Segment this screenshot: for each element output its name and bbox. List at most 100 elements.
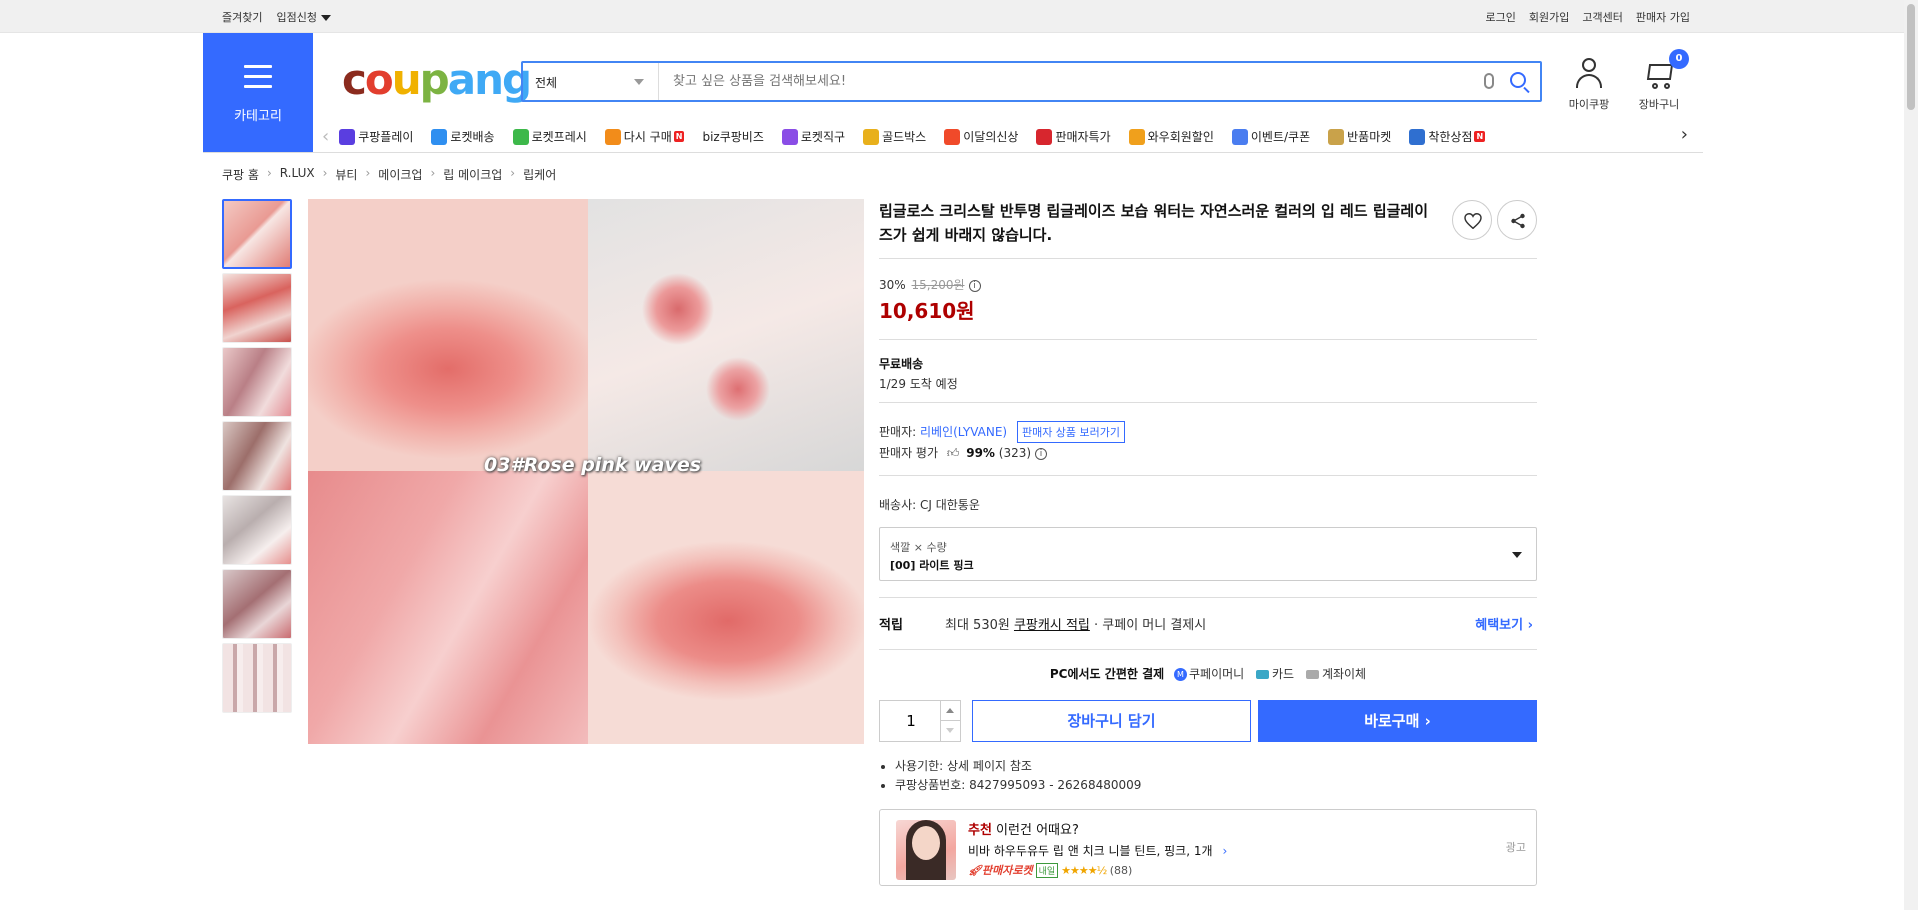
- option-select[interactable]: 색깔 × 수량 [00] 라이트 핑크: [879, 527, 1537, 581]
- thumbnail-4[interactable]: [222, 421, 292, 491]
- category-icon: [512, 128, 529, 145]
- favorites-link[interactable]: 즐겨찾기: [222, 9, 262, 25]
- new-badge: N: [1474, 131, 1486, 142]
- chevron-down-icon: [1512, 552, 1522, 558]
- catnav-item-6[interactable]: 로켓직구: [781, 128, 845, 145]
- catnav-item-8[interactable]: 이달의신상: [944, 128, 1018, 145]
- recommendation-ad[interactable]: 추천 이런건 어때요? 비바 하우두유두 립 앤 치크 니블 틴트, 핑크, 1…: [879, 809, 1537, 886]
- swatch-photo: [588, 199, 864, 471]
- chevron-right-icon: ›: [510, 166, 516, 180]
- divider: [879, 402, 1537, 403]
- product-notes: 사용기한: 상세 페이지 참조 쿠팡상품번호: 8427995093 - 262…: [879, 757, 1141, 795]
- customer-center-link[interactable]: 고객센터: [1582, 9, 1622, 25]
- search-category-select[interactable]: 전체: [523, 63, 659, 100]
- buy-now-button[interactable]: 바로구매 ›: [1258, 700, 1537, 742]
- catnav-item-11[interactable]: 이벤트/쿠폰: [1231, 128, 1310, 145]
- share-button[interactable]: [1497, 200, 1537, 240]
- category-icon: [781, 128, 798, 145]
- signup-link[interactable]: 회원가입: [1529, 9, 1569, 25]
- chevron-right-icon: ›: [430, 166, 436, 180]
- search-icon[interactable]: [1510, 72, 1526, 88]
- quantity-stepper: [879, 700, 961, 742]
- breadcrumb-item[interactable]: 립케어: [523, 166, 556, 183]
- ad-badges: 🚀︎판매자로켓 내일 ★★★★½ (88): [968, 863, 1133, 878]
- category-icon: [1409, 128, 1426, 145]
- quantity-input[interactable]: [880, 701, 942, 741]
- product-title: 립글로스 크리스탈 반투명 립글레이즈 보습 워터는 자연스러운 컬러의 입 레…: [879, 202, 1429, 244]
- catnav-item-10[interactable]: 와우회원할인: [1128, 128, 1214, 145]
- catnav-item-3[interactable]: 로켓프레시: [512, 128, 587, 145]
- rocket-icon: 🚀︎: [968, 864, 982, 877]
- seller-name-link[interactable]: 리베인(LYVANE): [920, 425, 1007, 439]
- breadcrumb-item[interactable]: 립 메이크업: [443, 166, 502, 183]
- category-icon: [1328, 128, 1345, 145]
- page-scrollbar[interactable]: [1904, 0, 1918, 910]
- original-price: 15,200원: [911, 278, 965, 292]
- wishlist-button[interactable]: [1452, 200, 1492, 240]
- nav-divider: [203, 152, 1703, 153]
- search-input[interactable]: [659, 63, 1459, 100]
- breadcrumb-item[interactable]: 쿠팡 홈: [222, 166, 259, 183]
- top-utility-bar: 즐겨찾기 입점신청 로그인 회원가입 고객센터 판매자 가입: [0, 0, 1918, 33]
- catnav-item-5[interactable]: biz쿠팡비즈: [702, 128, 763, 145]
- chevron-right-icon[interactable]: ›: [1681, 124, 1688, 145]
- divider: [879, 475, 1537, 476]
- breadcrumb-item[interactable]: R.LUX: [280, 166, 315, 183]
- catnav-item-13[interactable]: 착한상점 N: [1409, 128, 1486, 145]
- scrollbar-thumb[interactable]: [1907, 4, 1915, 110]
- thumbnail-5[interactable]: [222, 495, 292, 565]
- lips-photo-bottom: [588, 471, 864, 744]
- chevron-down-icon: [320, 15, 331, 21]
- category-icon: [1036, 128, 1053, 145]
- cart-count-badge: 0: [1669, 49, 1689, 69]
- login-link[interactable]: 로그인: [1486, 9, 1516, 25]
- category-nav: ‹ 쿠팡플레이 로켓배송 로켓프레시 다시 구매 N biz쿠팡비즈 로켓직구 골드박스 이달의…: [318, 122, 1698, 151]
- seller-signup-link[interactable]: 판매자 가입: [1636, 9, 1690, 25]
- quantity-decrease-button[interactable]: [940, 721, 960, 741]
- catnav-item-2[interactable]: 로켓배송: [431, 128, 495, 145]
- user-icon: [1574, 58, 1604, 90]
- sale-price: 10,610원: [879, 299, 975, 323]
- benefit-link[interactable]: 혜택보기 ›: [1475, 614, 1533, 633]
- ad-title: 추천 이런건 어때요?: [968, 823, 1079, 838]
- chevron-right-icon: ›: [1222, 844, 1228, 858]
- thumbnail-3[interactable]: [222, 347, 292, 417]
- breadcrumb-item[interactable]: 뷰티: [335, 166, 357, 183]
- ad-label: 광고: [1505, 841, 1526, 854]
- mycoupang-button[interactable]: 마이쿠팡: [1560, 58, 1618, 112]
- thumbnail-6[interactable]: [222, 569, 292, 639]
- category-icon: [863, 128, 880, 145]
- chevron-right-icon: ›: [266, 166, 272, 180]
- coupay-icon: M: [1173, 668, 1187, 681]
- microphone-icon[interactable]: [1484, 73, 1494, 89]
- seller-info: 판매자: 리베인(LYVANE) 판매자 상품 보러가기: [879, 421, 1126, 443]
- info-icon[interactable]: i: [1035, 447, 1048, 460]
- coupang-cash-link[interactable]: 쿠팡캐시 적립: [1014, 618, 1090, 633]
- info-icon[interactable]: i: [968, 279, 981, 292]
- category-icon: [431, 128, 448, 145]
- breadcrumb-item[interactable]: 메이크업: [378, 166, 422, 183]
- ad-product-name[interactable]: 비바 하우두유두 립 앤 치크 니블 틴트, 핑크, 1개 ›: [968, 842, 1227, 859]
- catnav-item-12[interactable]: 반품마켓: [1328, 128, 1391, 145]
- catnav-item-7[interactable]: 골드박스: [863, 128, 926, 145]
- divider: [879, 339, 1537, 340]
- thumbnail-7[interactable]: [222, 643, 292, 713]
- add-to-cart-button[interactable]: 장바구니 담기: [972, 700, 1251, 742]
- thumbnail-1[interactable]: [222, 199, 292, 269]
- thumbnail-2[interactable]: [222, 273, 292, 343]
- list-item: 사용기한: 상세 페이지 참조: [895, 757, 1141, 776]
- quantity-increase-button[interactable]: [940, 701, 960, 721]
- divider: [879, 597, 1537, 598]
- divider: [879, 258, 1537, 259]
- rocket-badge: 🚀︎판매자로켓: [968, 864, 1033, 877]
- coupang-logo[interactable]: coupang: [342, 55, 532, 104]
- partner-apply-link[interactable]: 입점신청: [276, 9, 331, 25]
- catnav-item-1[interactable]: 쿠팡플레이: [339, 128, 413, 145]
- seller-products-link[interactable]: 판매자 상품 보러가기: [1016, 421, 1126, 443]
- category-menu-button[interactable]: 카테고리: [203, 33, 313, 153]
- category-icon: [944, 128, 961, 145]
- star-rating: ★★★★½: [1061, 864, 1107, 877]
- chevron-left-icon[interactable]: ‹: [322, 126, 329, 147]
- catnav-item-9[interactable]: 판매자특가: [1036, 128, 1111, 145]
- catnav-item-4[interactable]: 다시 구매 N: [604, 128, 685, 145]
